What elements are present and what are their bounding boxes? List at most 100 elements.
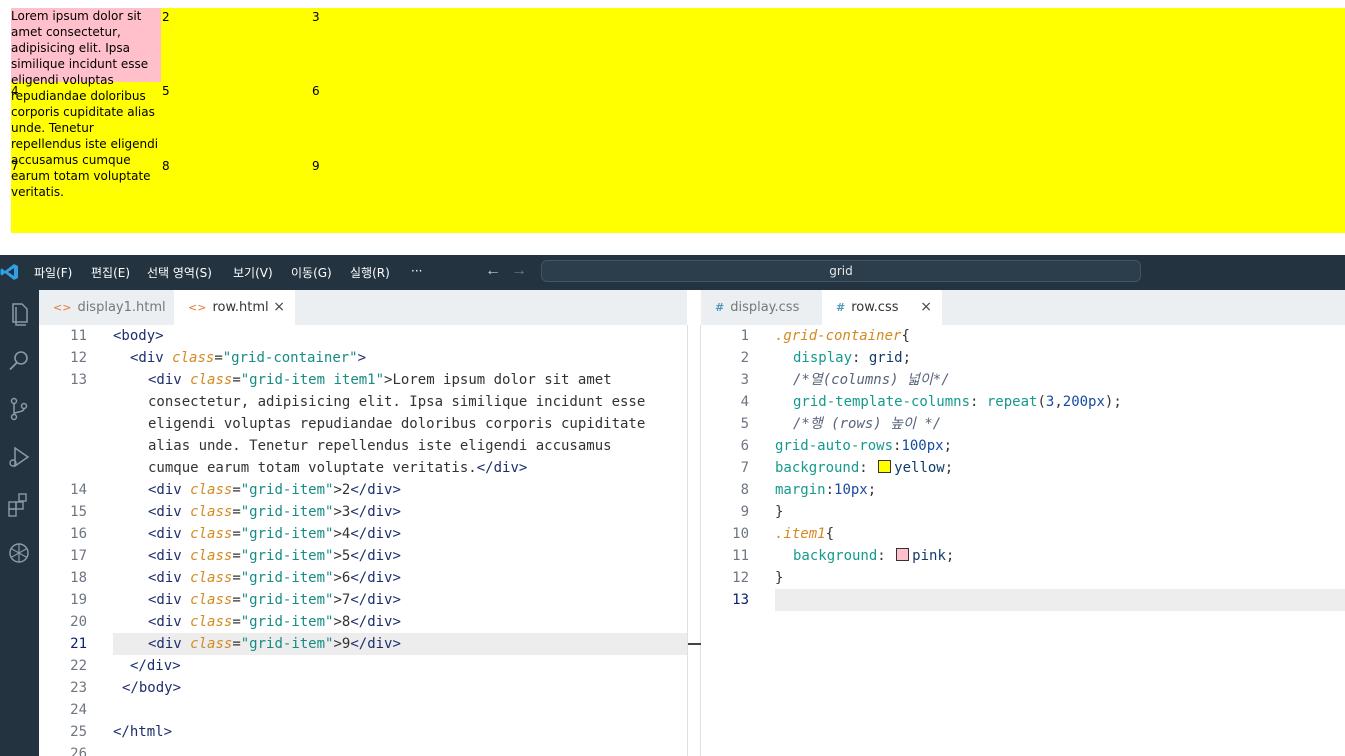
title-bar: 파일(F) 편집(E) 선택 영역(S) 보기(V) 이동(G) 실행(R) ·…: [0, 255, 1345, 290]
code-line-13: <div class="grid-item item1">Lorem ipsum…: [148, 372, 612, 388]
menu-run[interactable]: 실행(R): [350, 264, 390, 281]
grid-item-6: 6: [312, 84, 320, 98]
html-file-icon: <>: [53, 301, 72, 314]
close-icon[interactable]: ×: [273, 290, 285, 325]
css-line-6: grid-auto-rows:100px;: [775, 438, 953, 454]
line-number: 12: [70, 350, 87, 366]
tab-display1-html[interactable]: <> display1.html: [39, 290, 174, 325]
tab-row-html[interactable]: <> row.html ×: [174, 290, 295, 325]
vscode-logo-icon: [0, 264, 18, 280]
menu-more[interactable]: ···: [411, 264, 422, 278]
menu-file[interactable]: 파일(F): [34, 264, 72, 281]
run-debug-icon[interactable]: [4, 442, 34, 472]
attr-class: class: [172, 350, 215, 366]
code-line-13-wrap: consectetur, adipisicing elit. Ipsa simi…: [148, 394, 646, 410]
line-number: 25: [70, 724, 87, 740]
code-line-18: <div class="grid-item">6</div>: [148, 570, 401, 586]
css-file-icon: #: [715, 301, 725, 314]
html-editor[interactable]: 11 12 13 14 15 16 17 18 19 20 21 22 23 2…: [39, 325, 687, 756]
grid-item-9: 9: [312, 159, 320, 173]
explorer-icon[interactable]: [4, 298, 34, 328]
line-number: 4: [740, 394, 749, 410]
code-line-21: <div class="grid-item">9</div>: [148, 636, 401, 652]
css-line-1: .grid-container{: [775, 328, 910, 344]
line-number: 18: [70, 570, 87, 586]
css-line-2: display: grid;: [793, 350, 912, 366]
grid-item-2: 2: [162, 10, 170, 24]
attr-class: class: [190, 372, 233, 388]
tab-display-css[interactable]: # display.css: [701, 290, 822, 325]
menu-edit[interactable]: 편집(E): [91, 264, 130, 281]
tab-label: row.css: [851, 300, 899, 315]
line-number: 26: [70, 746, 87, 756]
attr-value: "grid-container": [222, 350, 358, 366]
line-number: 11: [732, 548, 749, 564]
code-line-25: </html>: [113, 724, 173, 740]
code-line-19: <div class="grid-item">7</div>: [148, 592, 401, 608]
code-line-11: <body>: [113, 325, 164, 347]
line-number: 12: [732, 570, 749, 586]
line-number: 5: [740, 416, 749, 432]
body-open-tag: <body>: [113, 328, 164, 344]
line-number-current: 13: [732, 592, 749, 608]
line-number: 3: [740, 372, 749, 388]
editor-split-divider[interactable]: [687, 325, 701, 756]
css-editor[interactable]: 1 2 3 4 5 6 7 8 9 10 11 12 13 .grid-cont…: [701, 325, 1345, 756]
code-line-20: <div class="grid-item">8</div>: [148, 614, 401, 630]
html-tab-bar: <> display1.html <> row.html ×: [39, 290, 687, 325]
css-line-11: background: pink;: [793, 548, 955, 564]
line-number: 16: [70, 526, 87, 542]
chatgpt-icon[interactable]: [4, 538, 34, 568]
source-control-icon[interactable]: [4, 394, 34, 424]
code-line-15: <div class="grid-item">3</div>: [148, 504, 401, 520]
line-number: 14: [70, 482, 87, 498]
text-content: cumque earum totam voluptate veritatis.: [148, 460, 477, 476]
css-selector: .grid-container: [775, 328, 902, 344]
grid-item-5: 5: [162, 84, 170, 98]
code-line-13-wrap: cumque earum totam voluptate veritatis.<…: [148, 457, 527, 479]
vscode-window: 파일(F) 편집(E) 선택 영역(S) 보기(V) 이동(G) 실행(R) ·…: [0, 255, 1345, 756]
line-number: 19: [70, 592, 87, 608]
code-line-13-wrap: alias unde. Tenetur repellendus iste eli…: [148, 438, 612, 454]
code-line-23: </body>: [122, 680, 182, 696]
grid-item-4: 4: [11, 84, 19, 98]
color-swatch-yellow[interactable]: [878, 460, 892, 473]
menu-view[interactable]: 보기(V): [233, 264, 273, 281]
menu-go[interactable]: 이동(G): [291, 264, 332, 281]
line-number: 10: [732, 526, 749, 542]
line-number: 23: [70, 680, 87, 696]
grid-item-1-text: Lorem ipsum dolor sit amet consectetur, …: [11, 9, 159, 199]
grid-container-preview: Lorem ipsum dolor sit amet consectetur, …: [11, 8, 1345, 233]
tab-row-css[interactable]: # row.css ×: [822, 290, 942, 325]
code-line-17: <div class="grid-item">5</div>: [148, 548, 401, 564]
code-line-14: <div class="grid-item">2</div>: [148, 482, 401, 498]
menu-selection[interactable]: 선택 영역(S): [147, 264, 212, 281]
arrow-left-icon[interactable]: ←: [485, 262, 501, 280]
close-icon[interactable]: ×: [920, 290, 932, 325]
line-number: 7: [740, 460, 749, 476]
search-icon[interactable]: [4, 346, 34, 376]
arrow-right-icon[interactable]: →: [511, 262, 527, 280]
line-number: 1: [740, 328, 749, 344]
line-number: 13: [70, 372, 87, 388]
attr-value: "grid-item item1": [240, 372, 385, 388]
css-line-9: }: [775, 504, 784, 520]
grid-item-8: 8: [162, 159, 170, 173]
line-number: 22: [70, 658, 87, 674]
css-line-12: }: [775, 570, 784, 586]
line-number: 8: [740, 482, 749, 498]
command-center-search[interactable]: grid: [541, 260, 1141, 282]
line-number: 11: [70, 328, 87, 344]
line-number: 15: [70, 504, 87, 520]
line-number: 2: [740, 350, 749, 366]
grid-item-7: 7: [11, 159, 19, 173]
activity-bar: [0, 290, 39, 756]
css-line-7: background: yellow;: [775, 460, 954, 476]
color-swatch-pink[interactable]: [896, 548, 910, 561]
css-line-5: /*행 (rows) 높이 */: [793, 416, 942, 432]
code-line-22: </div>: [130, 658, 181, 674]
extensions-icon[interactable]: [4, 490, 34, 520]
close-div-tag: </div>: [476, 460, 528, 476]
html-file-icon: <>: [188, 301, 207, 314]
css-line-10: .item1{: [775, 526, 835, 542]
